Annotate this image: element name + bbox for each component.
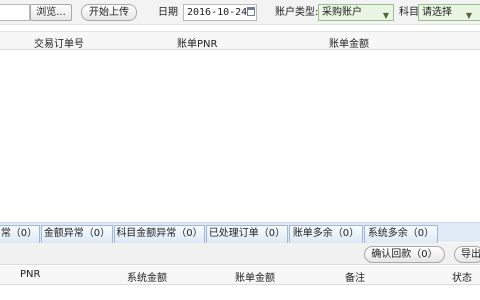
account-type-label: 账户类型: [275, 7, 319, 18]
tab-bill-surplus[interactable]: 账单多余（0） [289, 225, 363, 243]
calendar-icon[interactable] [247, 7, 255, 16]
upper-table-body [0, 50, 480, 222]
column-header-bill-amount: 账单金额 [235, 273, 275, 284]
confirm-payment-button[interactable]: 确认回款（0） [364, 246, 445, 263]
subject-label: 科目 [399, 7, 419, 18]
column-header-order-no: 交易订单号 [34, 39, 84, 50]
account-type-select[interactable]: 采购账户 ▼ [318, 4, 394, 21]
column-header-remark: 备注 [345, 273, 365, 284]
start-upload-button[interactable]: 开始上传 [81, 4, 137, 21]
tab-system-surplus[interactable]: 系统多余（0） [364, 225, 438, 243]
date-label: 日期 [158, 7, 178, 18]
account-type-value: 采购账户 [322, 7, 362, 18]
lower-table-body [0, 285, 480, 300]
column-header-pnr: PNR [20, 269, 41, 280]
column-header-status: 状态 [452, 273, 472, 284]
chevron-down-icon: ▼ [382, 11, 389, 20]
column-header-bill-pnr: 账单PNR [177, 39, 218, 50]
tab-processed-orders[interactable]: 已处理订单（0） [206, 225, 288, 243]
lower-table-header: PNR 系统金额 账单金额 备注 状态 [0, 266, 480, 285]
tab-abnormal[interactable]: 常（0） [0, 225, 40, 243]
column-header-bill-amount: 账单金额 [329, 39, 369, 50]
tab-amount-abnormal[interactable]: 金额异常（0） [41, 225, 113, 243]
export-button[interactable]: 导出 [454, 246, 480, 263]
file-path-input[interactable] [0, 4, 30, 21]
subject-select[interactable]: 请选择 ▼ [418, 4, 480, 21]
upper-table-header: 交易订单号 账单PNR 账单金额 [0, 31, 480, 50]
tab-bar: 常（0） 金额异常（0） 科目金额异常（0） 已处理订单（0） 账单多余（0） … [0, 222, 480, 243]
subject-value: 请选择 [422, 7, 452, 18]
tab-subject-amount-abnormal[interactable]: 科目金额异常（0） [114, 225, 205, 243]
browse-button[interactable]: 浏览... [30, 4, 72, 21]
column-header-system-amount: 系统金额 [127, 273, 167, 284]
chevron-down-icon: ▼ [465, 11, 472, 20]
date-field[interactable]: 2016-10-24 [183, 4, 257, 21]
